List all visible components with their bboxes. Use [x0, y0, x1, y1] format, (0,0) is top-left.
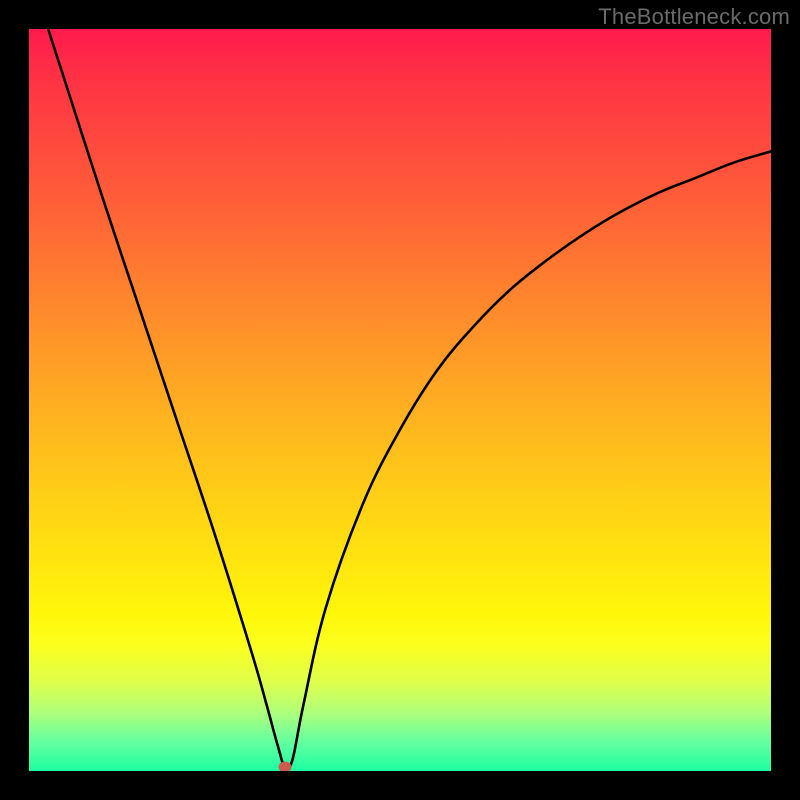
- chart-frame: TheBottleneck.com: [0, 0, 800, 800]
- watermark-text: TheBottleneck.com: [598, 4, 790, 30]
- plot-area: [29, 29, 771, 771]
- minimum-marker: [278, 762, 291, 771]
- curve-svg: [29, 29, 771, 771]
- bottleneck-curve: [29, 29, 771, 769]
